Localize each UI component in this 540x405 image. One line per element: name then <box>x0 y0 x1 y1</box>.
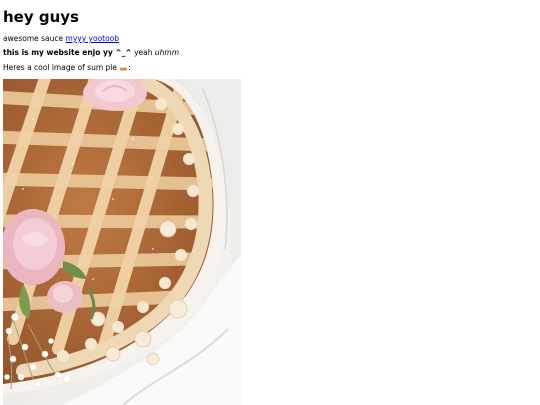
intro-line: awesome sauce myyy yootoob <box>3 34 119 44</box>
image-caption-colon: : <box>128 63 131 72</box>
youtube-link[interactable]: myyy yootoob <box>66 34 120 43</box>
intro-text: awesome sauce <box>3 34 64 43</box>
welcome-italic-text: uhmm <box>154 48 180 57</box>
image-caption-line: Heres a cool image of sum pie : <box>3 63 131 73</box>
welcome-plain-text: yeah <box>134 48 153 57</box>
page-title: hey guys <box>3 8 79 26</box>
pie-photo <box>3 79 241 405</box>
image-caption-text: Heres a cool image of sum pie <box>3 63 117 72</box>
welcome-bold-text: this is my website enjo yy ^_^ <box>3 48 132 57</box>
welcome-line: this is my website enjo yy ^_^ yeah uhmm <box>3 48 179 58</box>
